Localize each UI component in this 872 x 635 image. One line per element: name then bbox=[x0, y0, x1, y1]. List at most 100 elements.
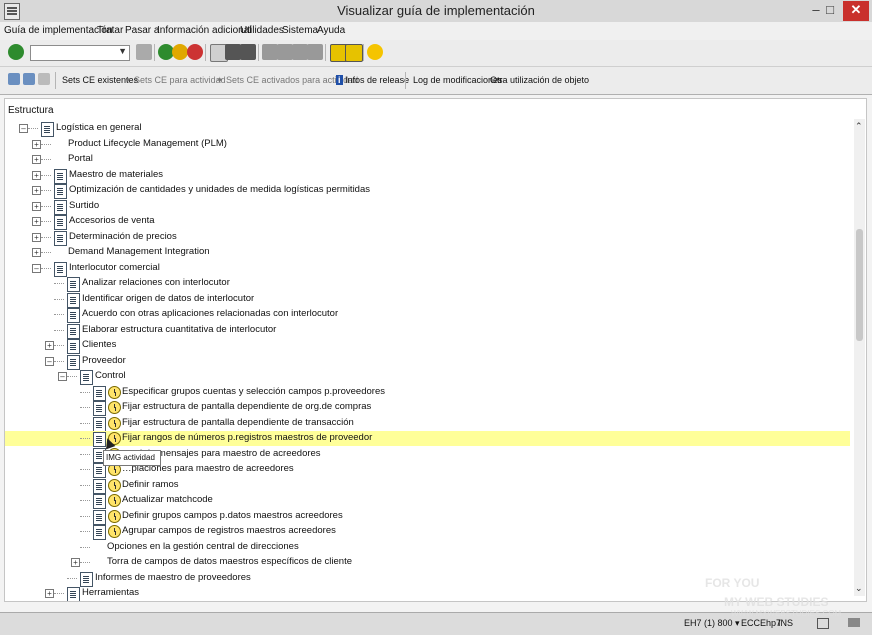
menu-pasar-a[interactable]: Pasar a bbox=[125, 25, 159, 36]
documentation-icon[interactable] bbox=[93, 416, 106, 432]
expand-node-icon[interactable]: + bbox=[32, 186, 41, 195]
documentation-icon[interactable] bbox=[80, 370, 93, 385]
layout-icon[interactable] bbox=[848, 618, 860, 627]
collapse-node-icon[interactable]: – bbox=[58, 372, 67, 381]
tree-node[interactable]: Fijar estructura de pantalla dependiente… bbox=[5, 400, 850, 416]
documentation-icon[interactable] bbox=[54, 230, 67, 246]
last-page-icon[interactable] bbox=[307, 44, 323, 60]
execute-activity-icon[interactable] bbox=[108, 478, 121, 492]
tree-node[interactable]: Elaborar estructura cuantitativa de inte… bbox=[5, 323, 850, 339]
scroll-down-icon[interactable]: ⌄ bbox=[855, 583, 863, 594]
tree-node[interactable]: Identificar origen de datos de interlocu… bbox=[5, 292, 850, 308]
sets-ce-actividad-button[interactable]: ✦ Sets CE para actividad bbox=[124, 75, 226, 86]
tree-node[interactable]: + Portal bbox=[5, 152, 850, 167]
tree-node[interactable]: – Control bbox=[5, 369, 850, 385]
chevron-down-icon[interactable]: ▼ bbox=[118, 46, 127, 56]
documentation-icon[interactable] bbox=[54, 215, 67, 230]
documentation-icon[interactable] bbox=[93, 509, 106, 525]
execute-activity-icon[interactable] bbox=[108, 509, 121, 523]
documentation-icon[interactable] bbox=[93, 385, 106, 401]
documentation-icon[interactable] bbox=[93, 478, 106, 494]
documentation-icon[interactable] bbox=[67, 308, 80, 323]
previous-page-icon[interactable] bbox=[277, 44, 293, 60]
close-button[interactable]: ✕ bbox=[843, 1, 869, 21]
expand-node-icon[interactable]: + bbox=[32, 170, 41, 180]
documentation-icon[interactable] bbox=[41, 122, 54, 137]
filter-icon[interactable] bbox=[8, 73, 20, 85]
tree-node[interactable]: + Maestro de materiales bbox=[5, 168, 850, 184]
enter-icon[interactable] bbox=[8, 44, 24, 60]
documentation-icon[interactable] bbox=[80, 571, 93, 587]
tree-node[interactable]: Definir ramos bbox=[5, 478, 850, 494]
documentation-icon[interactable] bbox=[54, 168, 67, 184]
first-page-icon[interactable] bbox=[262, 44, 278, 60]
next-page-icon[interactable] bbox=[292, 44, 308, 60]
cancel-icon[interactable] bbox=[187, 44, 203, 60]
expand-node-icon[interactable]: + bbox=[32, 232, 41, 242]
execute-activity-icon[interactable] bbox=[108, 401, 121, 414]
expand-node-icon[interactable]: + bbox=[45, 341, 54, 350]
expand-node-icon[interactable]: + bbox=[45, 589, 54, 598]
find-icon[interactable] bbox=[225, 44, 241, 60]
documentation-icon[interactable] bbox=[54, 184, 67, 199]
documentation-icon[interactable] bbox=[93, 401, 106, 416]
command-field[interactable]: ▼ bbox=[30, 45, 130, 61]
tree-node[interactable]: + Product Lifecycle Management (PLM) bbox=[5, 137, 850, 152]
exit-icon[interactable] bbox=[172, 44, 188, 60]
collapse-icon[interactable] bbox=[38, 73, 50, 85]
tree-node[interactable]: Agrupar campos de registros maestros acr… bbox=[5, 524, 850, 540]
find-next-icon[interactable] bbox=[240, 44, 256, 60]
tree-node[interactable]: + Clientes bbox=[5, 338, 850, 354]
tree-node[interactable]: – Interlocutor comercial bbox=[5, 261, 850, 277]
documentation-icon[interactable] bbox=[67, 277, 80, 292]
tree-node[interactable]: + Demand Management Integration bbox=[5, 245, 850, 260]
tree-node[interactable]: – Logística en general bbox=[5, 121, 850, 137]
vertical-scrollbar[interactable]: ⌃ ⌄ bbox=[854, 119, 865, 596]
tree-node[interactable]: Fijar estructura de pantalla dependiente… bbox=[5, 416, 850, 432]
tree-node[interactable]: + Determinación de precios bbox=[5, 230, 850, 246]
expand-node-icon[interactable]: + bbox=[32, 155, 41, 164]
tree-node[interactable]: – Proveedor bbox=[5, 354, 850, 370]
scrollbar-thumb[interactable] bbox=[856, 229, 863, 341]
shortcut-icon[interactable] bbox=[345, 44, 363, 62]
save-icon[interactable] bbox=[136, 44, 152, 60]
execute-activity-icon[interactable] bbox=[108, 385, 121, 399]
collapse-node-icon[interactable]: – bbox=[45, 356, 54, 366]
collapse-node-icon[interactable]: – bbox=[19, 124, 28, 133]
infos-release-button[interactable]: i Infos de release bbox=[336, 75, 409, 85]
expand-node-icon[interactable]: + bbox=[32, 139, 41, 149]
status-icon[interactable] bbox=[817, 618, 829, 629]
documentation-icon[interactable] bbox=[67, 323, 80, 339]
help-icon[interactable] bbox=[367, 44, 383, 60]
otra-utilizacion-button[interactable]: Otra utilización de objeto bbox=[490, 75, 589, 85]
tree-node[interactable]: Opciones en la gestión central de direcc… bbox=[5, 540, 850, 555]
tree-node[interactable]: Actualizar matchcode bbox=[5, 493, 850, 509]
expand-node-icon[interactable]: + bbox=[71, 558, 80, 567]
documentation-icon[interactable] bbox=[67, 354, 80, 370]
menu-sistema[interactable]: Sistema bbox=[282, 25, 318, 36]
status-mode[interactable]: INS bbox=[778, 618, 793, 628]
expand-icon[interactable] bbox=[23, 73, 35, 85]
documentation-icon[interactable] bbox=[93, 525, 106, 540]
tree-node[interactable]: + Surtido bbox=[5, 199, 850, 215]
tree-node[interactable]: + Accesorios de venta bbox=[5, 214, 850, 230]
menu-ayuda[interactable]: Ayuda bbox=[317, 25, 345, 36]
tree-node[interactable]: Fijar rangos de números p.registros maes… bbox=[5, 431, 850, 447]
documentation-icon[interactable] bbox=[93, 494, 106, 509]
documentation-icon[interactable] bbox=[67, 292, 80, 308]
expand-node-icon[interactable]: + bbox=[32, 248, 41, 257]
expand-node-icon[interactable]: + bbox=[32, 217, 41, 226]
execute-activity-icon[interactable] bbox=[108, 494, 121, 507]
documentation-icon[interactable] bbox=[67, 587, 80, 601]
tree-node[interactable]: Analizar relaciones con interlocutor bbox=[5, 276, 850, 292]
execute-activity-icon[interactable] bbox=[108, 525, 121, 538]
menu-utilidades[interactable]: Utilidades bbox=[240, 25, 284, 36]
tree-node[interactable]: Definir grupos campos p.datos maestros a… bbox=[5, 509, 850, 525]
tree-node[interactable]: Acuerdo con otras aplicaciones relaciona… bbox=[5, 307, 850, 323]
menu-info-adicional[interactable]: Información adicional bbox=[157, 25, 252, 36]
maximize-button[interactable]: □ bbox=[820, 1, 840, 21]
menu-tratar[interactable]: Tratar bbox=[97, 25, 123, 36]
documentation-icon[interactable] bbox=[54, 199, 67, 215]
tree-node[interactable]: + Optimización de cantidades y unidades d… bbox=[5, 183, 850, 199]
tree-node[interactable]: + Torra de campos de datos maestros espec… bbox=[5, 555, 850, 570]
